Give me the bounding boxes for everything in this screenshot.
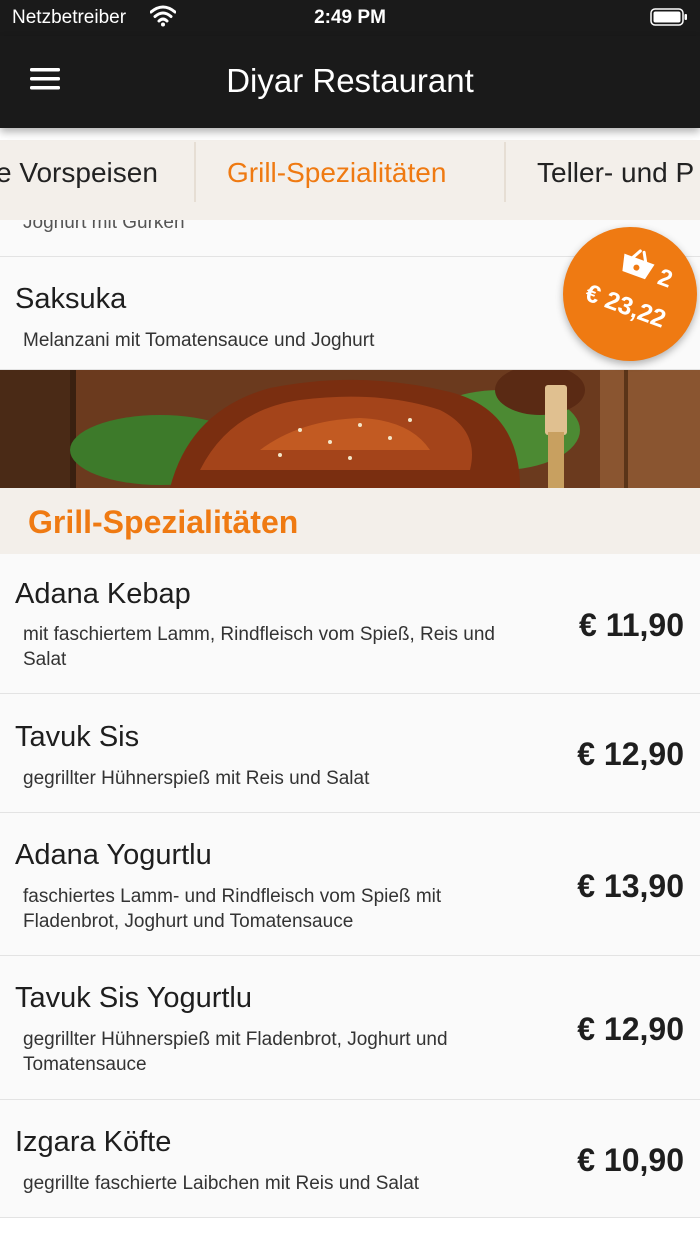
- battery-icon: [650, 8, 688, 32]
- item-description: Joghurt mit Gurken: [23, 220, 185, 233]
- item-name: Adana Kebap: [15, 578, 191, 610]
- item-name: Saksuka: [15, 283, 127, 315]
- section-header: Grill-Spezialitäten: [0, 488, 700, 554]
- list-item[interactable]: Izgara Köfte gegrillte faschierte Laibch…: [0, 1100, 700, 1218]
- item-price: € 10,90: [577, 1142, 684, 1178]
- menu-list: Joghurt mit Gurken Saksuka Melanzani mit…: [0, 220, 700, 1244]
- cart-button[interactable]: 2 € 23,22: [563, 227, 697, 361]
- tab-divider: [504, 142, 506, 202]
- item-description: gegrillter Hühnerspieß mit Fladenbrot, J…: [23, 1029, 448, 1075]
- item-name: Izgara Köfte: [15, 1126, 172, 1158]
- item-price: € 12,90: [577, 1011, 684, 1047]
- clock: 2:49 PM: [314, 7, 386, 28]
- item-description: faschiertes Lamm- und Rindfleisch vom Sp…: [23, 886, 442, 932]
- tab-divider: [194, 142, 196, 202]
- section-image: [0, 370, 700, 488]
- tab-teller-und[interactable]: Teller- und P: [537, 140, 694, 220]
- list-item[interactable]: Adana Kebap mit faschiertem Lamm, Rindfl…: [0, 554, 700, 694]
- status-bar: Netzbetreiber 2:49 PM: [0, 0, 700, 36]
- cart-count: 2: [654, 263, 676, 294]
- list-item[interactable]: Tavuk Sis gegrillter Hühnerspieß mit Rei…: [0, 694, 700, 813]
- item-description: gegrillte faschierte Laibchen mit Reis u…: [23, 1173, 420, 1194]
- page-title: Diyar Restaurant: [226, 62, 474, 99]
- tab-vorspeisen[interactable]: e Vorspeisen: [0, 140, 158, 220]
- item-description: gegrillter Hühnerspieß mit Reis und Sala…: [23, 768, 370, 789]
- category-tabs: e Vorspeisen Grill-Spezialitäten Teller-…: [0, 140, 700, 220]
- item-description: mit faschiertem Lamm, Rindfleisch vom Sp…: [23, 624, 495, 670]
- item-name: Tavuk Sis: [15, 721, 140, 753]
- nav-bar: Diyar Restaurant: [0, 36, 700, 128]
- section-title: Grill-Spezialitäten: [28, 504, 299, 540]
- item-name: Tavuk Sis Yogurtlu: [15, 982, 252, 1014]
- list-item[interactable]: Adana Yogurtlu faschiertes Lamm- und Rin…: [0, 813, 700, 956]
- item-price: € 13,90: [577, 868, 684, 904]
- list-item[interactable]: Tavuk Sis Yogurtlu gegrillter Hühnerspie…: [0, 956, 700, 1100]
- item-price: € 11,90: [579, 607, 684, 643]
- tab-grill-spezialitaeten[interactable]: Grill-Spezialitäten: [227, 140, 446, 220]
- item-description: Melanzani mit Tomatensauce und Joghurt: [23, 330, 375, 351]
- item-price: € 12,90: [577, 736, 684, 772]
- item-name: Adana Yogurtlu: [15, 839, 212, 871]
- basket-icon: [614, 243, 660, 288]
